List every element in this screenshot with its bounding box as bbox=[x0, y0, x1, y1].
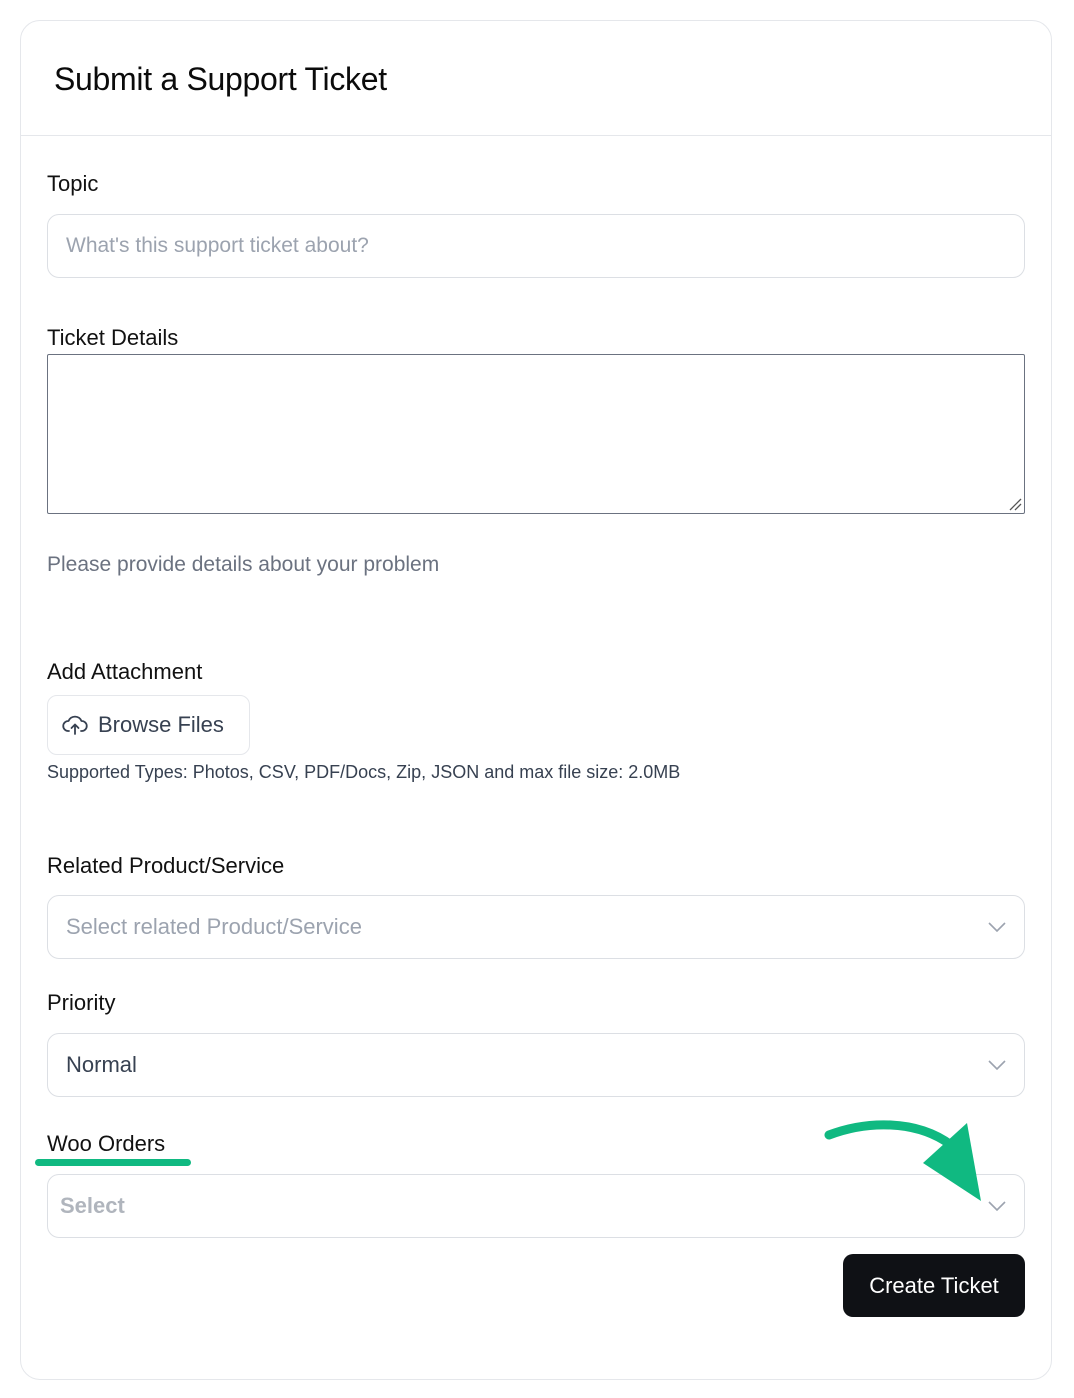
related-product-select[interactable]: Select related Product/Service bbox=[47, 895, 1025, 959]
ticket-details-label: Ticket Details bbox=[47, 325, 179, 350]
priority-select[interactable]: Normal bbox=[47, 1033, 1025, 1097]
topic-input[interactable] bbox=[47, 214, 1025, 278]
create-ticket-button[interactable]: Create Ticket bbox=[843, 1254, 1025, 1317]
priority-value: Normal bbox=[66, 1052, 137, 1077]
ticket-details-help: Please provide details about your proble… bbox=[47, 553, 440, 576]
chevron-down-icon bbox=[988, 922, 1006, 932]
chevron-down-icon bbox=[988, 1060, 1006, 1070]
add-attachment-label: Add Attachment bbox=[47, 659, 203, 684]
cloud-upload-icon bbox=[62, 715, 88, 735]
support-ticket-card: Submit a Support Ticket Topic Ticket Det… bbox=[20, 20, 1052, 1380]
woo-orders-placeholder: Select bbox=[60, 1193, 125, 1218]
priority-label: Priority bbox=[47, 990, 116, 1015]
browse-files-label: Browse Files bbox=[98, 712, 224, 737]
related-product-label: Related Product/Service bbox=[47, 853, 285, 878]
woo-orders-highlight-underline bbox=[35, 1159, 191, 1166]
resize-grip-icon[interactable] bbox=[1008, 497, 1022, 511]
topic-label: Topic bbox=[47, 171, 99, 196]
browse-files-button[interactable]: Browse Files bbox=[47, 695, 250, 755]
related-product-placeholder: Select related Product/Service bbox=[66, 914, 362, 939]
page-title: Submit a Support Ticket bbox=[54, 61, 387, 97]
supported-types-note: Supported Types: Photos, CSV, PDF/Docs, … bbox=[47, 762, 681, 782]
ticket-details-textarea[interactable] bbox=[47, 354, 1025, 514]
annotation-arrow-icon bbox=[824, 1120, 981, 1201]
card-header: Submit a Support Ticket bbox=[21, 21, 1051, 136]
woo-orders-label: Woo Orders bbox=[47, 1131, 166, 1156]
